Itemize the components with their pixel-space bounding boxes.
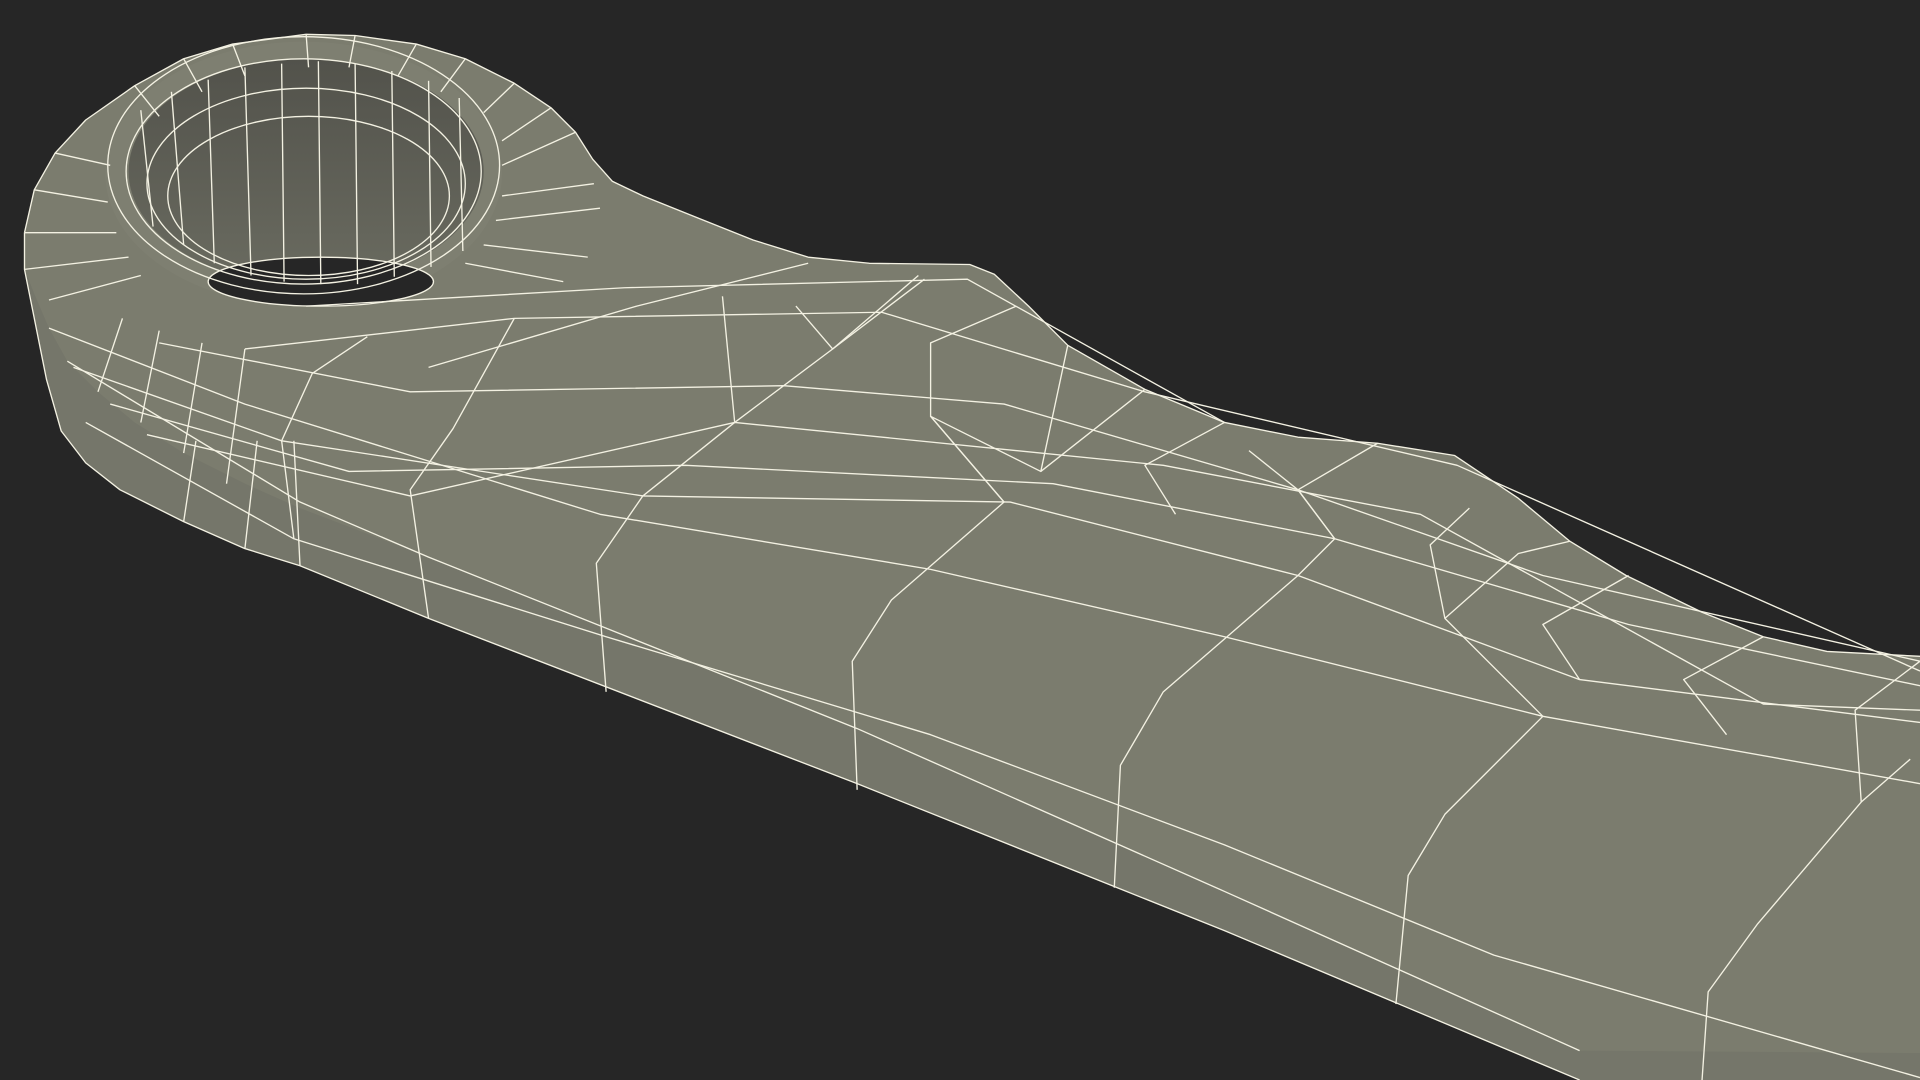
- wireframe-mesh: [23, 33, 1920, 1080]
- render-viewport: [0, 0, 1920, 1080]
- ring-hole: [105, 41, 503, 307]
